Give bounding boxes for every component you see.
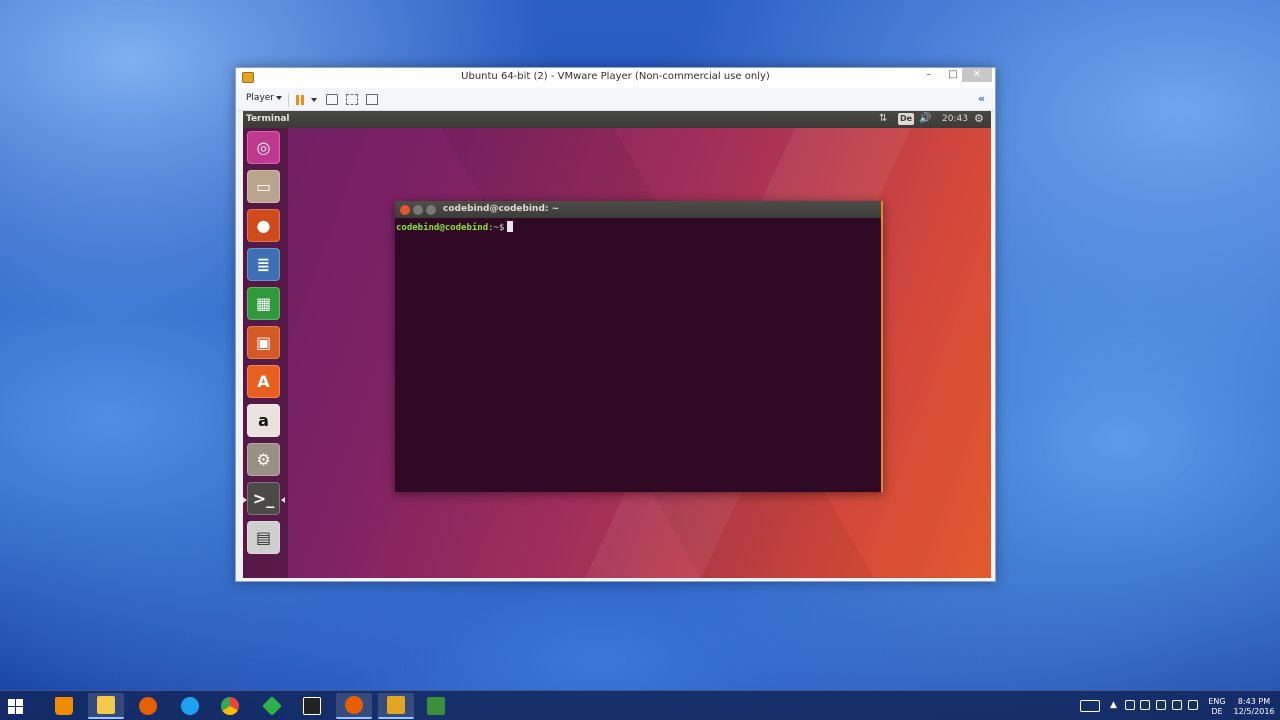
taskbar-vlc-icon[interactable] — [46, 693, 82, 719]
wifi-icon[interactable] — [1140, 700, 1150, 710]
taskbar-vmware-icon[interactable] — [378, 693, 414, 719]
chrome-icon — [221, 697, 239, 715]
tray-monitor-icon[interactable] — [1156, 700, 1166, 710]
player-menu-button[interactable]: Player — [246, 93, 274, 103]
taskbar-clock[interactable]: 8:43 PM 12/5/2016 — [1232, 697, 1276, 720]
unity-mode-icon[interactable] — [366, 94, 378, 105]
full-screen-icon[interactable] — [346, 94, 358, 105]
volume-icon[interactable]: 🔊 — [919, 113, 931, 124]
diamond-icon — [262, 696, 282, 716]
prompt-path: :~ — [488, 223, 499, 233]
maximize-button[interactable]: □ — [942, 68, 964, 82]
vmware-toolbar: Player « — [236, 88, 995, 111]
terminal-close-button[interactable] — [400, 205, 410, 215]
running-indicator-icon — [243, 497, 247, 503]
vmware-titlebar[interactable]: Ubuntu 64-bit (2) - VMware Player (Non-c… — [236, 68, 995, 88]
launcher-software-icon[interactable]: A — [247, 365, 280, 398]
camtasia-icon — [427, 697, 445, 715]
language-secondary: DE — [1211, 707, 1223, 716]
language-primary: ENG — [1208, 697, 1226, 706]
launcher-settings-icon[interactable]: ⚙ — [247, 443, 280, 476]
clock-date: 12/5/2016 — [1233, 707, 1275, 716]
input-language-indicator[interactable]: ENG DE — [1206, 697, 1228, 720]
toolbar-separator — [288, 93, 289, 107]
launcher-floppy-icon[interactable]: ▤ — [247, 521, 280, 554]
pause-vm-icon[interactable] — [296, 95, 306, 105]
launcher-dash-icon[interactable]: ◎ — [247, 131, 280, 164]
tray-app-icon[interactable] — [1125, 700, 1135, 710]
taskbar-app-e-icon[interactable] — [294, 693, 330, 719]
taskbar-internet-explorer-icon[interactable] — [172, 693, 208, 719]
ubuntu-top-panel: Terminal ⇅ De 🔊 20:43 ⚙ — [243, 111, 991, 128]
taskbar-file-explorer-icon[interactable] — [88, 693, 124, 719]
tray-volume-icon[interactable] — [1188, 700, 1198, 710]
panel-app-title: Terminal — [246, 114, 290, 124]
launcher-terminal-icon[interactable]: >_ — [247, 482, 280, 515]
panel-clock[interactable]: 20:43 — [942, 114, 968, 124]
taskbar-app-diamond-icon[interactable] — [254, 693, 290, 719]
minimize-button[interactable]: – — [918, 68, 940, 82]
prompt-symbol: $ — [498, 223, 505, 233]
firefox-icon — [345, 696, 363, 714]
clock-time: 8:43 PM — [1237, 697, 1271, 706]
taskbar-firefox-2-icon[interactable] — [336, 693, 372, 719]
launcher-firefox-icon[interactable]: ● — [247, 209, 280, 242]
close-button[interactable]: ✕ — [962, 68, 992, 82]
launcher-files-icon[interactable]: ▭ — [247, 170, 280, 203]
collapse-library-button[interactable]: « — [978, 92, 985, 105]
tray-flag-icon[interactable] — [1172, 700, 1182, 710]
windows-taskbar: ▲ ENG DE 8:43 PM 12/5/2016 — [0, 690, 1280, 720]
taskbar-firefox-icon[interactable] — [130, 693, 166, 719]
windows-start-icon[interactable] — [8, 699, 24, 715]
launcher-writer-icon[interactable]: ≣ — [247, 248, 280, 281]
vmware-window-title: Ubuntu 64-bit (2) - VMware Player (Non-c… — [461, 71, 770, 82]
terminal-content[interactable]: codebind@codebind:~$ — [395, 218, 881, 492]
prompt-user-host: codebind@codebind — [396, 223, 489, 233]
show-hidden-icons-icon[interactable]: ▲ — [1110, 700, 1117, 720]
launcher-amazon-icon[interactable]: a — [247, 404, 280, 437]
folder-icon — [97, 696, 115, 714]
system-menu-gear-icon[interactable]: ⚙ — [974, 112, 984, 125]
player-menu-caret-icon[interactable] — [276, 96, 282, 100]
terminal-window[interactable]: codebind@codebind: ~ codebind@codebind:~… — [395, 201, 883, 492]
keyboard-layout-indicator[interactable]: De — [898, 113, 915, 125]
e-app-icon — [303, 697, 321, 715]
firefox-icon — [139, 697, 157, 715]
pause-menu-caret-icon[interactable] — [311, 98, 317, 102]
terminal-maximize-button[interactable] — [426, 205, 436, 215]
send-ctrl-alt-del-icon[interactable] — [326, 94, 338, 105]
vmware-player-window: Ubuntu 64-bit (2) - VMware Player (Non-c… — [235, 67, 996, 582]
terminal-cursor — [507, 221, 514, 232]
taskbar-camtasia-icon[interactable] — [418, 693, 454, 719]
focused-indicator-icon — [281, 497, 285, 503]
launcher-impress-icon[interactable]: ▣ — [247, 326, 280, 359]
ie-icon — [181, 697, 199, 715]
terminal-minimize-button[interactable] — [413, 205, 423, 215]
taskbar-chrome-icon[interactable] — [212, 693, 248, 719]
terminal-titlebar[interactable]: codebind@codebind: ~ — [395, 201, 881, 218]
vmware-icon — [387, 696, 405, 714]
ubuntu-launcher: ◎ ▭ ● ≣ ▦ ▣ A a ⚙ >_ ▤ — [243, 128, 288, 578]
touch-keyboard-icon[interactable] — [1080, 700, 1100, 712]
launcher-calc-icon[interactable]: ▦ — [247, 287, 280, 320]
ubuntu-guest-desktop[interactable]: Terminal ⇅ De 🔊 20:43 ⚙ ◎ ▭ ● ≣ ▦ ▣ A a … — [243, 111, 991, 578]
terminal-title: codebind@codebind: ~ — [443, 204, 560, 214]
network-icon[interactable]: ⇅ — [879, 113, 887, 124]
vlc-cone-icon — [55, 697, 73, 715]
